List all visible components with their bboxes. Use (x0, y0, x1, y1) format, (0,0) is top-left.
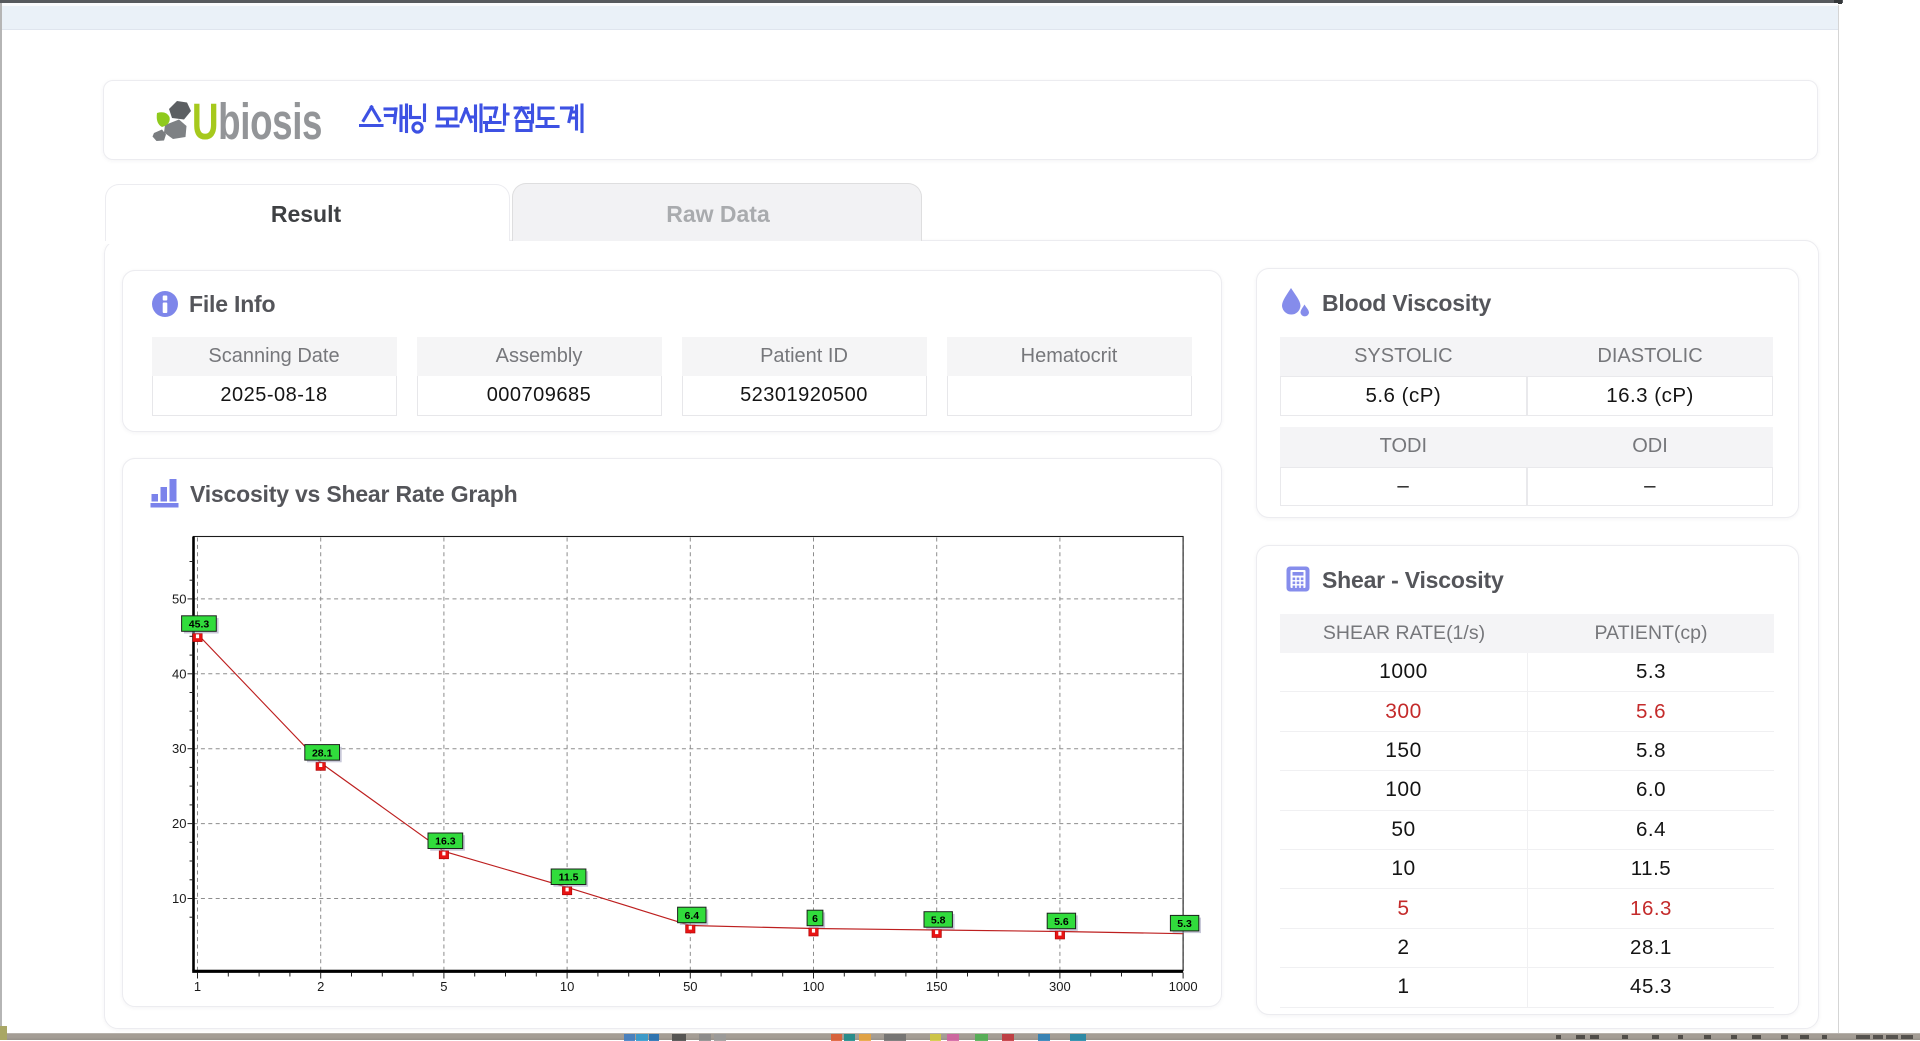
svg-text:5: 5 (440, 979, 447, 994)
svg-text:20: 20 (172, 816, 186, 831)
svg-text:10: 10 (559, 979, 573, 994)
svg-text:30: 30 (172, 741, 186, 756)
svg-text:45.3: 45.3 (188, 619, 209, 631)
svg-text:1: 1 (193, 979, 200, 994)
svg-text:50: 50 (683, 979, 697, 994)
svg-text:6: 6 (812, 913, 818, 925)
svg-text:16.3: 16.3 (435, 836, 456, 848)
svg-text:300: 300 (1049, 979, 1071, 994)
svg-text:2: 2 (317, 979, 324, 994)
svg-text:5.8: 5.8 (930, 914, 945, 926)
svg-text:1000: 1000 (1168, 979, 1197, 994)
svg-text:11.5: 11.5 (558, 872, 578, 884)
svg-text:10: 10 (172, 891, 186, 906)
svg-text:28.1: 28.1 (311, 747, 332, 759)
svg-text:50: 50 (172, 591, 186, 606)
svg-text:100: 100 (802, 979, 824, 994)
svg-text:6.4: 6.4 (684, 910, 699, 922)
svg-text:5.3: 5.3 (1177, 918, 1192, 930)
svg-text:150: 150 (925, 979, 947, 994)
svg-text:40: 40 (172, 666, 186, 681)
svg-text:5.6: 5.6 (1054, 916, 1069, 928)
